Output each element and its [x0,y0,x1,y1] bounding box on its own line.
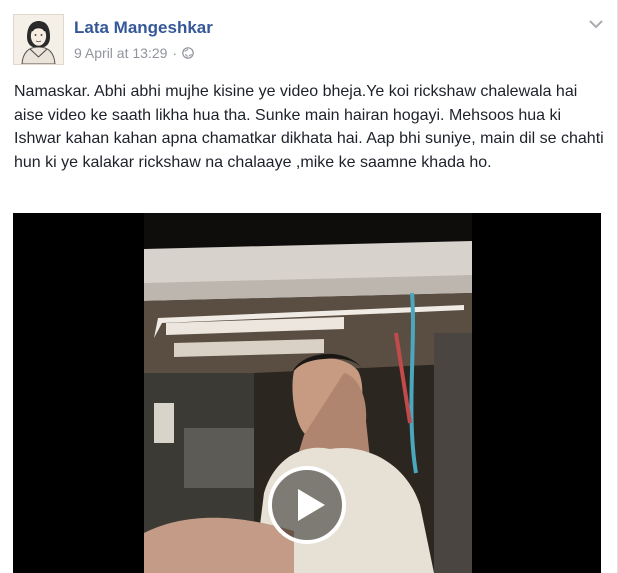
post-body-text: Namaskar. Abhi abhi mujhe kisine ye vide… [14,83,604,171]
play-icon[interactable] [267,465,347,545]
author-avatar[interactable] [13,14,64,65]
chevron-down-icon[interactable] [588,18,604,30]
globe-icon[interactable] [182,47,194,59]
video-player[interactable] [13,213,601,573]
meta-separator: · [172,45,178,61]
facebook-post: Lata Mangeshkar 9 April at 13:29 · Namas… [0,0,618,573]
post-timestamp[interactable]: 9 April at 13:29 [74,45,167,61]
post-meta: 9 April at 13:29 · [74,45,194,61]
author-name-link[interactable]: Lata Mangeshkar [74,18,213,38]
